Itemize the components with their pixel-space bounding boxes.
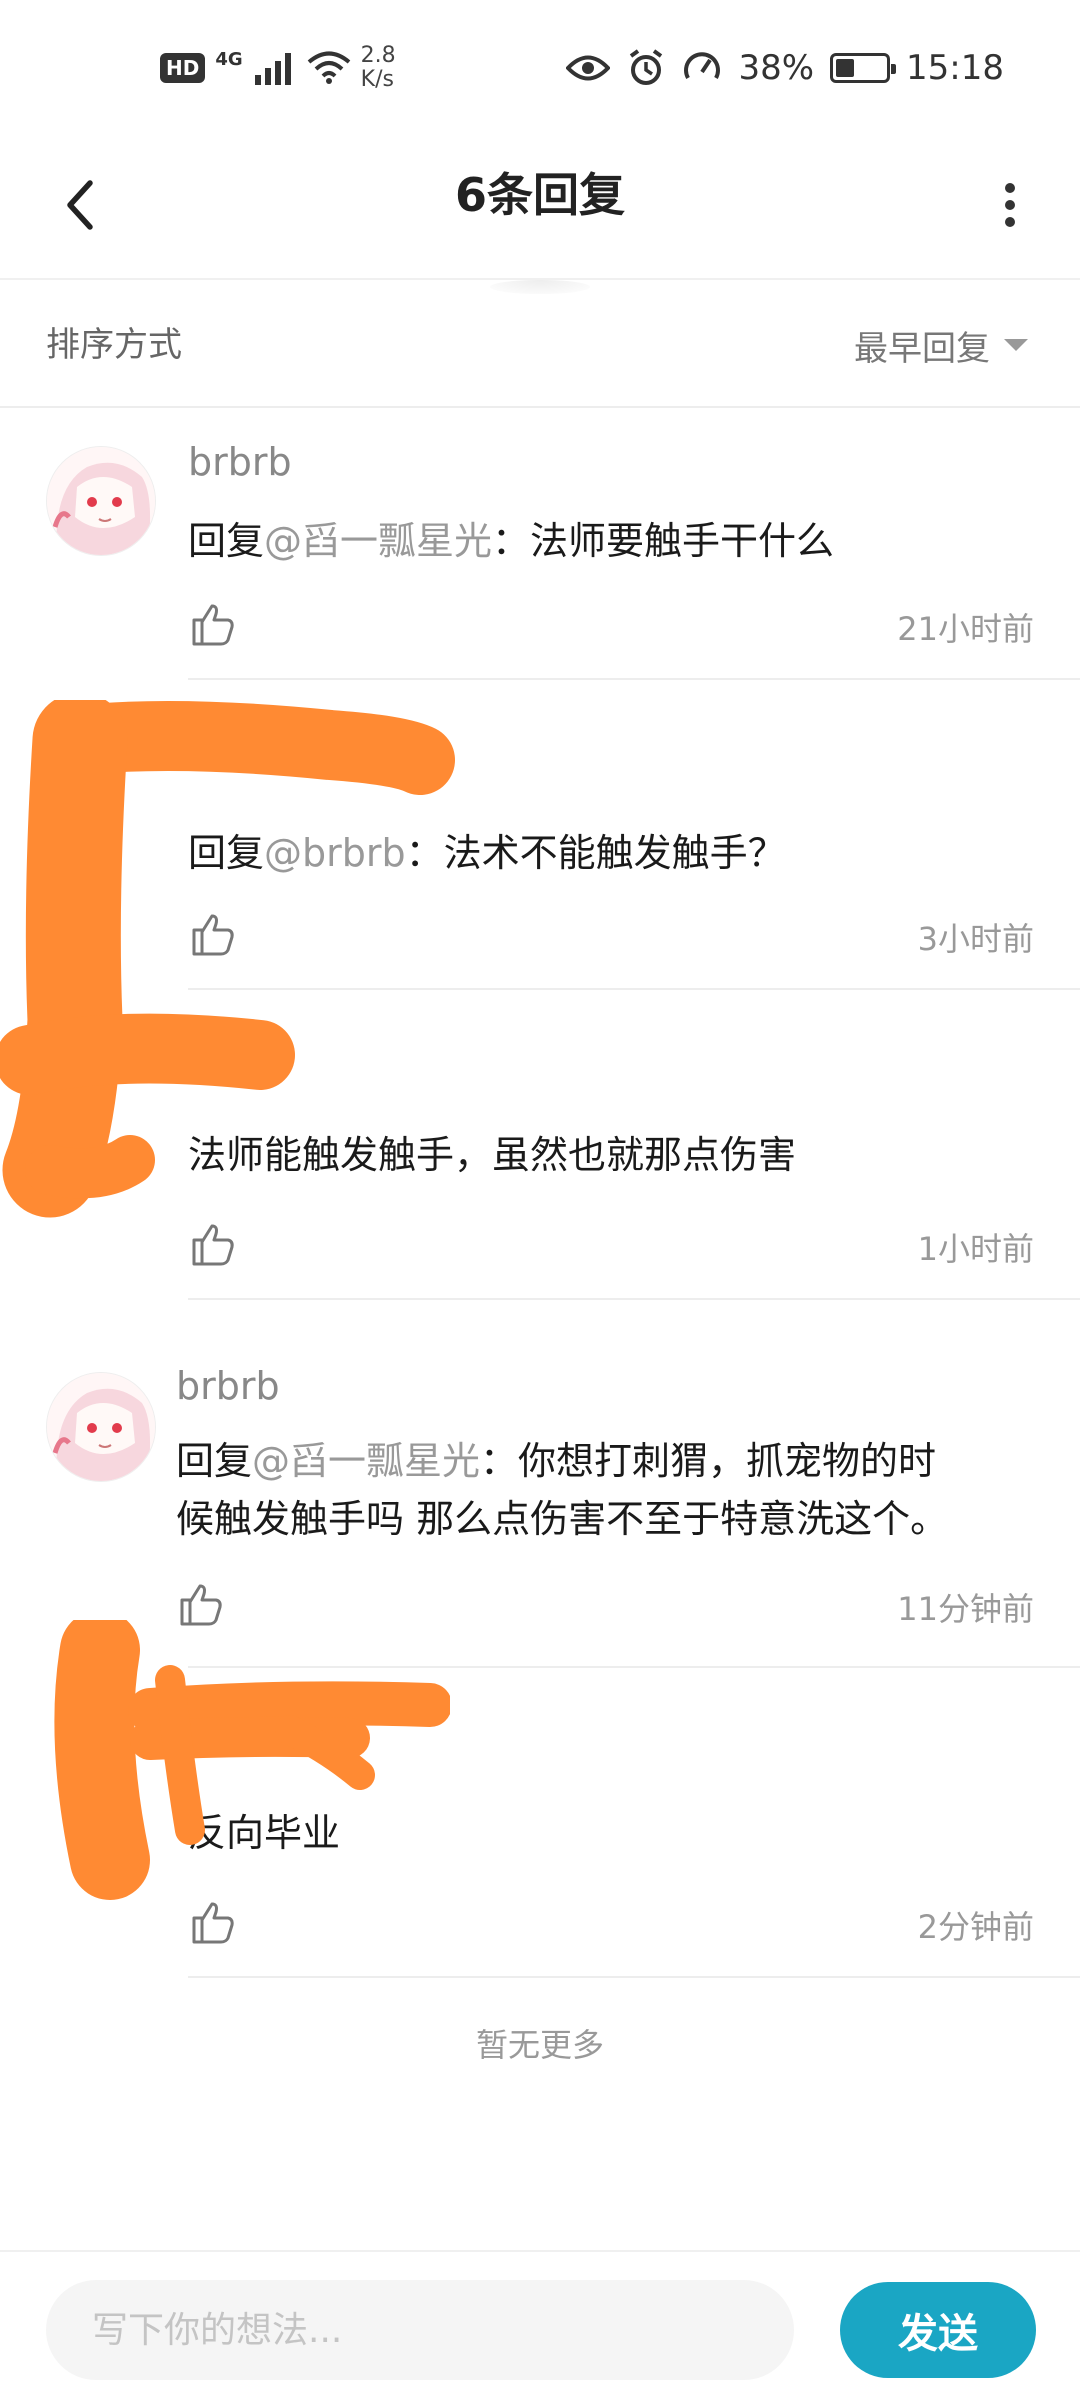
divider (188, 1976, 1080, 1978)
divider (188, 1298, 1080, 1300)
battery-fill (836, 59, 855, 77)
censor-scribble (0, 700, 455, 1218)
comment-time: 11分钟前 (897, 1590, 1034, 1628)
no-more-text: 暂无更多 (475, 2026, 604, 2064)
reply-prefix: 回复 (188, 519, 265, 563)
comment-text: 回复@舀一瓢星光：你想打刺猬，抓宠物的时 候触发触手吗 那么点伤害不至于特意洗这… (176, 1432, 1036, 1548)
comment-username[interactable]: brbrb (188, 440, 292, 484)
comment-body: 法术不能触发触手？ (443, 831, 786, 875)
status-right: 38% 15:18 (566, 40, 1004, 96)
comment-body-line-1: 你想打刺猬，抓宠物的时 (518, 1439, 937, 1483)
caret-down-icon (1004, 339, 1028, 351)
send-button[interactable]: 发送 (840, 2282, 1036, 2378)
sort-bar: 排序方式 最早回复 (0, 282, 1080, 408)
comment-line-1: 回复@舀一瓢星光：你想打刺猬，抓宠物的时 (176, 1432, 1036, 1490)
comment-time: 3小时前 (917, 920, 1034, 958)
eye-icon (566, 55, 611, 81)
network-type: 4G (215, 49, 243, 70)
clock: 15:18 (906, 48, 1004, 88)
comment-input-bar: 发送 (0, 2250, 1080, 2400)
status-left: HD 4G 2.8 K/s (160, 40, 396, 96)
more-options-button[interactable] (970, 165, 1050, 245)
comment-item: brbrb 回复@舀一瓢星光：你想打刺猬，抓宠物的时 候触发触手吗 那么点伤害不… (0, 1330, 1080, 1668)
network-speed-unit: K/s (360, 67, 394, 92)
censor-scribble (54, 1620, 450, 1900)
page-header: 6条回复 (0, 130, 1080, 294)
comment-body: 法师要触手干什么 (530, 519, 835, 563)
network-speed-value: 2.8 (360, 43, 396, 68)
avatar-image (47, 447, 155, 555)
hd-badge: HD (160, 53, 206, 83)
network-speed: 2.8 K/s (361, 44, 396, 92)
battery-cap (891, 64, 897, 74)
comment-time: 21小时前 (897, 610, 1034, 648)
avatar[interactable] (46, 1372, 156, 1482)
comment-time: 2分钟前 (917, 1908, 1034, 1946)
comment-username[interactable]: brbrb (176, 1364, 280, 1408)
sort-selected-value: 最早回复 (854, 328, 990, 369)
avatar[interactable] (46, 446, 156, 556)
comment-input[interactable] (46, 2280, 794, 2380)
like-button[interactable] (184, 1894, 240, 1950)
signal-icon (254, 53, 291, 85)
comment-time: 1小时前 (917, 1230, 1034, 1268)
comment-text: 回复@舀一瓢星光：法师要触手干什么 (188, 512, 834, 570)
more-vertical-icon (1005, 183, 1015, 227)
like-button[interactable] (184, 596, 240, 652)
mention-link[interactable]: @舀一瓢星光 (264, 519, 492, 563)
comment-body-line-2: 候触发触手吗 那么点伤害不至于特意洗这个。 (176, 1497, 949, 1541)
thumbs-up-icon (192, 1224, 234, 1266)
mention-link[interactable]: @舀一瓢星光 (252, 1439, 480, 1483)
wifi-icon (307, 51, 350, 84)
thumbs-up-icon (192, 604, 234, 646)
sort-label: 排序方式 (46, 325, 182, 365)
reply-separator: ： (480, 1439, 519, 1483)
status-bar: HD 4G 2.8 K/s 38% 15:18 (0, 0, 1080, 140)
battery-icon (830, 53, 897, 83)
speedometer-icon (684, 52, 721, 79)
reply-prefix: 回复 (176, 1439, 253, 1483)
avatar-image (47, 1373, 155, 1481)
comment-item: brbrb 回复@舀一瓢星光：法师要触手干什么 21小时前 (0, 408, 1080, 680)
thumbs-up-icon (192, 1902, 234, 1944)
page-title: 6条回复 (454, 168, 625, 222)
sort-dropdown[interactable]: 最早回复 (854, 282, 1028, 408)
battery-percent: 38% (738, 48, 815, 88)
like-button[interactable] (184, 1216, 240, 1272)
alarm-icon (630, 49, 663, 85)
reply-separator: ： (492, 519, 531, 563)
